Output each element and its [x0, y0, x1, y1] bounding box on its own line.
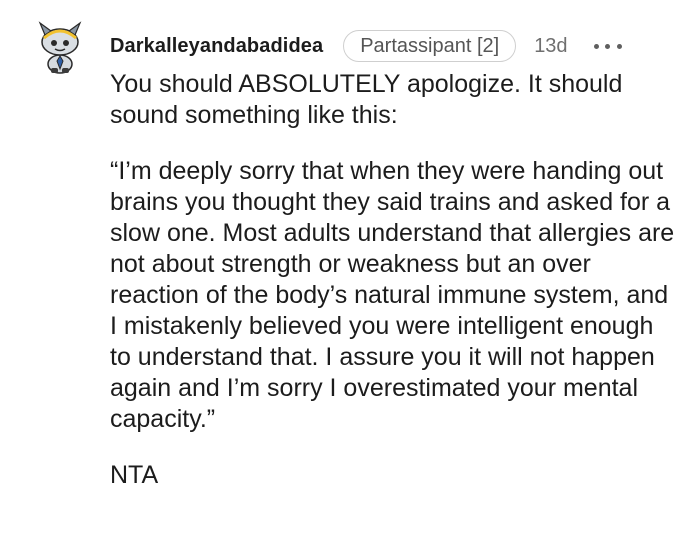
snoo-avatar-icon[interactable]	[34, 14, 86, 74]
comment: Darkalleyandabadidea Partassipant [2] 13…	[0, 0, 700, 552]
comment-timestamp[interactable]: 13d	[534, 35, 567, 58]
comment-body: You should ABSOLUTELY apologize. It shou…	[110, 69, 680, 491]
more-dot	[616, 43, 622, 49]
ellipsis-icon[interactable]	[593, 36, 622, 56]
more-dot	[593, 43, 599, 49]
comment-paragraph: “I’m deeply sorry that when they were ha…	[110, 157, 675, 433]
username-link[interactable]: Darkalleyandabadidea	[110, 35, 323, 58]
comment-meta: Darkalleyandabadidea Partassipant [2] 13…	[110, 28, 622, 64]
more-dot	[605, 43, 611, 49]
user-flair-badge: Partassipant [2]	[343, 30, 517, 62]
comment-paragraph: NTA	[110, 461, 159, 489]
comment-paragraph: You should ABSOLUTELY apologize. It shou…	[110, 70, 623, 129]
